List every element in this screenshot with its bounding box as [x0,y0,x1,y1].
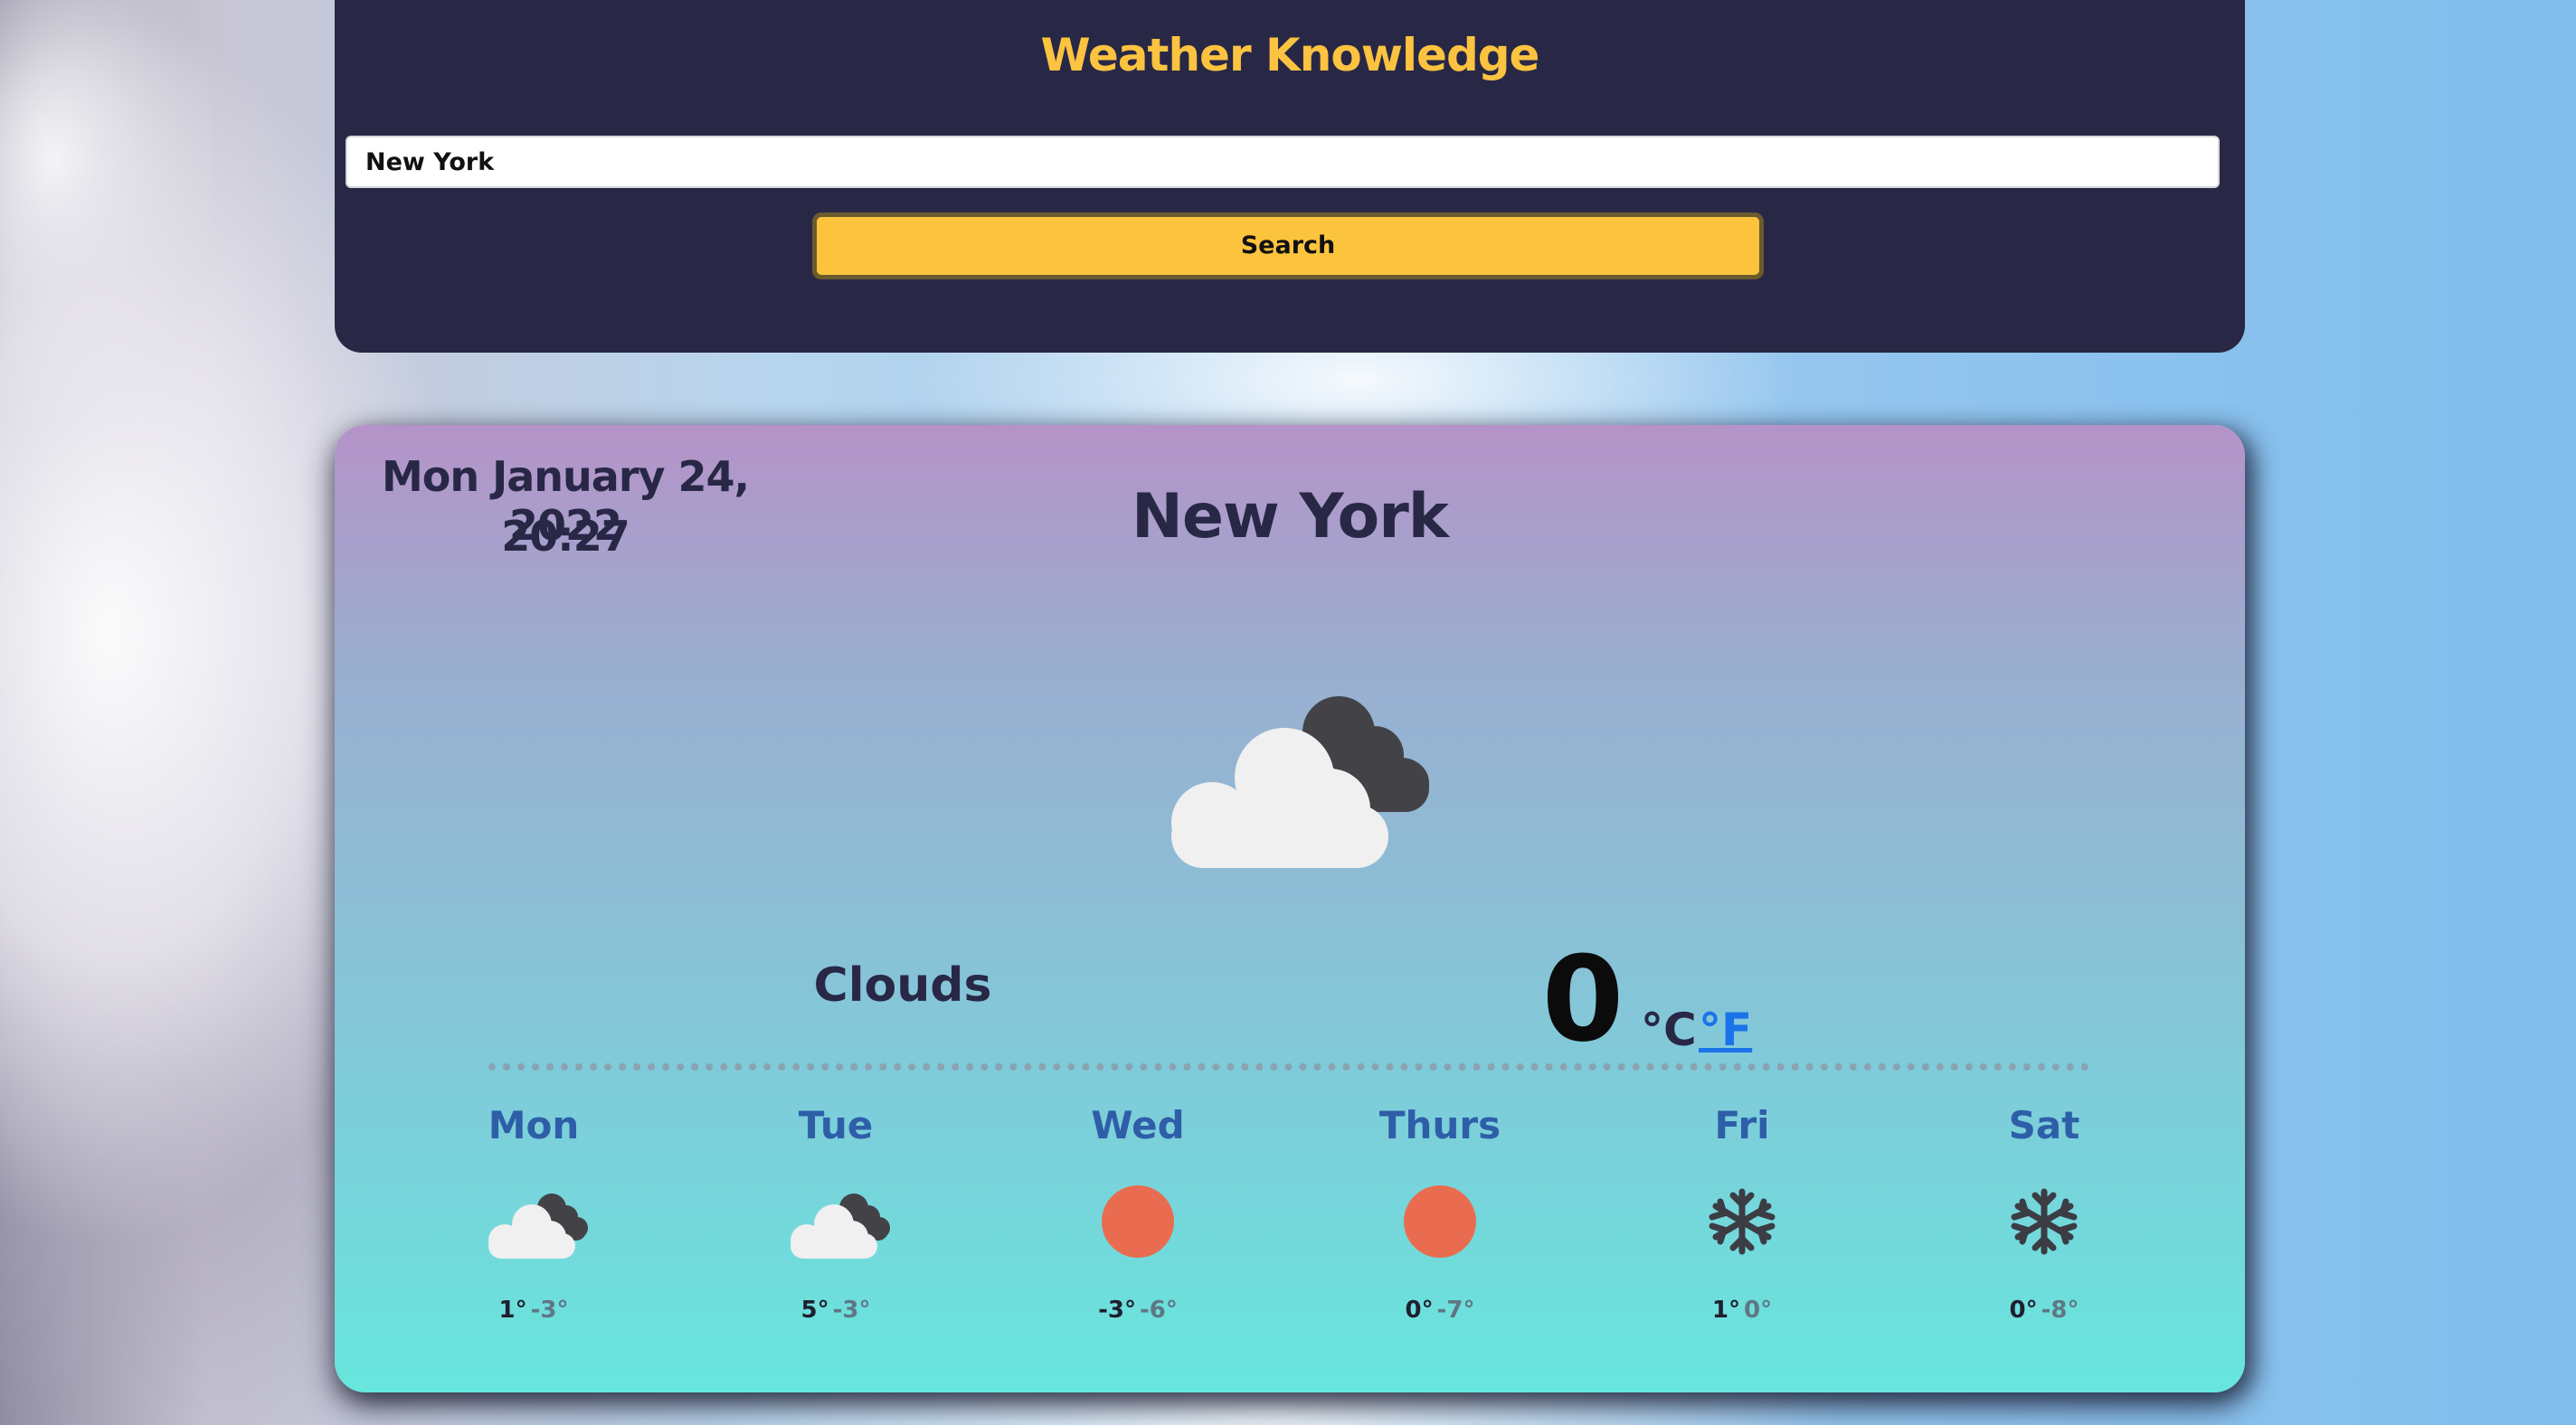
forecast-min: 0° [1744,1297,1773,1324]
forecast-min: -7° [1436,1297,1475,1324]
forecast-temps: 5° -3° [736,1297,935,1324]
search-panel: Weather Knowledge Search [335,0,2245,353]
clouds-icon [488,1194,588,1259]
forecast-temps: 0° -8° [1945,1297,2144,1324]
clouds-icon [1171,696,1429,868]
forecast-day-name: Tue [798,1103,874,1147]
current-temperature: 0 [1541,930,1624,1068]
snowflake-icon [1709,1188,1776,1255]
forecast-day: Mon 1° -3° [434,1103,633,1324]
forecast-temps: 1° -3° [434,1297,633,1324]
forecast-temps: -3° -6° [1038,1297,1237,1324]
forecast-min: -8° [2041,1297,2079,1324]
forecast-day: Sat 0° -8° [1945,1103,2144,1324]
forecast-row: Mon 1°-3° Tue 5°-3° Wed -3°-6° Thurs [335,1103,2245,1374]
search-button[interactable]: Search [812,212,1764,279]
forecast-min: -6° [1140,1297,1178,1324]
forecast-temps: 0° -7° [1340,1297,1539,1324]
fahrenheit-link[interactable]: °F [1699,1004,1752,1056]
forecast-max: 1° [1711,1297,1740,1324]
celsius-unit: °C [1641,1004,1697,1056]
forecast-day-name: Mon [488,1103,580,1147]
forecast-max: 0° [1405,1297,1434,1324]
forecast-max: 1° [498,1297,527,1324]
city-search-input[interactable] [346,136,2220,188]
forecast-day: Wed -3° -6° [1038,1103,1237,1324]
forecast-day-name: Wed [1091,1103,1185,1147]
forecast-temps: 1° 0° [1643,1297,1842,1324]
snowflake-icon [2011,1188,2078,1255]
sun-icon [1404,1185,1476,1258]
forecast-day: Fri 1° 0° [1643,1103,1842,1324]
forecast-day: Tue 5° -3° [736,1103,935,1324]
weather-condition: Clouds [813,958,992,1013]
city-name: New York [1132,481,1449,552]
forecast-min: -3° [530,1297,569,1324]
forecast-day-name: Thurs [1378,1103,1501,1147]
sun-icon [1102,1185,1174,1258]
forecast-day-name: Fri [1714,1103,1770,1147]
app-title: Weather Knowledge [1040,29,1540,81]
divider [488,1063,2089,1071]
forecast-day-name: Sat [2008,1103,2080,1147]
forecast-min: -3° [832,1297,871,1324]
forecast-max: 5° [800,1297,829,1324]
forecast-day: Thurs 0° -7° [1340,1103,1539,1324]
forecast-max: 0° [2009,1297,2038,1324]
clouds-icon [791,1194,890,1259]
weather-card: Mon January 24, 2022 20:27 New York Clou… [335,425,2245,1392]
forecast-max: -3° [1098,1297,1136,1324]
